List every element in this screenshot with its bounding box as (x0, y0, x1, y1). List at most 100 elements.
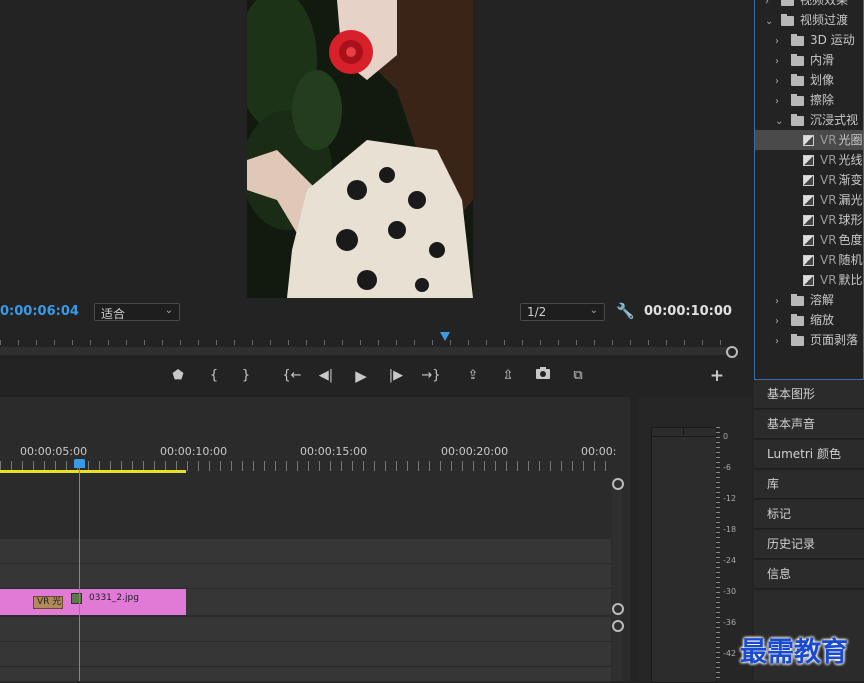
video-clip[interactable]: VR 光 0331_2.jpg (0, 589, 186, 615)
tree-effect[interactable]: VR 光圈 (755, 130, 863, 150)
folder-icon (791, 293, 804, 306)
tree-item-label: 溶解 (810, 293, 835, 307)
tree-effect[interactable]: VR 色度 (755, 230, 863, 250)
timeline-panel: 00:00:05:00 00:00:10:00 00:00:15:00 00:0… (0, 397, 630, 682)
comparison-view-icon[interactable]: ⧉ (568, 367, 588, 385)
tree-folder[interactable]: › 视频效果 (755, 0, 863, 10)
step-back-icon[interactable]: ◀| (316, 367, 336, 385)
scroll-handle-bottom[interactable] (612, 603, 624, 615)
panel-tab-essential-graphics[interactable]: 基本图形 (754, 380, 864, 409)
chevron-right-icon[interactable]: › (775, 332, 787, 352)
tree-folder[interactable]: › 3D 运动 (755, 30, 863, 50)
folder-icon (791, 333, 804, 346)
tree-item-label: 沉浸式视 (810, 113, 859, 127)
chevron-right-icon[interactable]: › (775, 72, 787, 92)
tree-folder[interactable]: › 划像 (755, 70, 863, 90)
wrench-icon[interactable]: 🔧 (616, 302, 635, 320)
tree-effect[interactable]: VR 渐变 (755, 170, 863, 190)
video-frame[interactable] (247, 0, 473, 298)
vr-prefix: VR (820, 193, 837, 207)
ruler-label: 00:00:20:00 (441, 445, 509, 458)
tree-item-label: 光线 (838, 153, 863, 167)
vr-prefix: VR (820, 273, 837, 287)
tree-effect[interactable]: VR 光线 (755, 150, 863, 170)
tree-item-label: 渐变 (838, 173, 863, 187)
current-timecode[interactable]: 0:00:06:04 (0, 304, 79, 319)
track-row[interactable] (0, 564, 611, 589)
work-area-bar[interactable] (0, 470, 186, 473)
monitor-playhead[interactable] (440, 332, 450, 341)
fit-select[interactable]: 适合 ⌄ (94, 303, 180, 321)
panel-tab-markers[interactable]: 标记 (754, 500, 864, 529)
vr-prefix: VR (820, 173, 837, 187)
db-label: -12 (723, 494, 737, 503)
chevron-right-icon[interactable]: › (775, 92, 787, 112)
tree-effect[interactable]: VR 漏光 (755, 190, 863, 210)
timeline-playhead[interactable] (74, 459, 85, 468)
folder-icon (781, 13, 794, 26)
meter-scale (716, 427, 720, 681)
transition-label: VR 光 (37, 597, 62, 607)
scroll-handle[interactable] (612, 620, 624, 632)
scroll-handle-top[interactable] (612, 478, 624, 490)
tree-effect[interactable]: VR 球形 (755, 210, 863, 230)
ruler-label: 00:00:05:00 (20, 445, 88, 458)
watermark-logo: 最需教育 (740, 637, 848, 668)
go-to-out-icon[interactable]: →} (421, 367, 441, 385)
monitor-scrollbar[interactable] (0, 347, 730, 355)
transition-block[interactable]: VR 光 (33, 596, 63, 609)
scroll-handle[interactable] (726, 346, 738, 358)
panel-tab-essential-sound[interactable]: 基本声音 (754, 410, 864, 439)
track-row[interactable] (0, 617, 611, 642)
track-row[interactable] (0, 667, 611, 682)
marker-icon[interactable]: ⬟ (168, 367, 188, 385)
transition-effect-icon (803, 255, 814, 266)
panel-tab-libraries[interactable]: 库 (754, 470, 864, 499)
export-frame-icon[interactable] (533, 367, 553, 385)
meter-peak-right (684, 428, 716, 437)
play-icon[interactable]: ▶ (351, 367, 371, 385)
tree-folder[interactable]: › 缩放 (755, 310, 863, 330)
clip-name: 0331_2.jpg (89, 593, 139, 603)
go-to-in-icon[interactable]: {← (282, 367, 302, 385)
timeline-vscroll[interactable] (612, 477, 622, 681)
ruler-label: 00:00:15:00 (300, 445, 368, 458)
tree-folder[interactable]: › 溶解 (755, 290, 863, 310)
program-monitor: 0:00:06:04 适合 ⌄ 1/2 ⌄ 🔧 00:00:10:00 ⬟ { … (0, 0, 752, 396)
lift-icon[interactable]: ⇪ (463, 367, 483, 385)
folder-icon (791, 33, 804, 46)
tree-effect[interactable]: VR 随机 (755, 250, 863, 270)
panel-tab-info[interactable]: 信息 (754, 560, 864, 589)
chevron-right-icon[interactable]: › (775, 292, 787, 312)
tree-folder[interactable]: › 擦除 (755, 90, 863, 110)
mark-in-icon[interactable]: { (204, 367, 224, 385)
panel-tab-lumetri-color[interactable]: Lumetri 颜色 (754, 440, 864, 469)
vr-prefix: VR (820, 133, 837, 147)
resolution-select-value: 1/2 (527, 305, 547, 319)
step-forward-icon[interactable]: |▶ (386, 367, 406, 385)
panel-tab-history[interactable]: 历史记录 (754, 530, 864, 559)
add-button-icon[interactable]: + (707, 367, 727, 385)
tree-folder[interactable]: ⌄ 沉浸式视 (755, 110, 863, 130)
extract-icon[interactable]: ⇫ (498, 367, 518, 385)
chevron-right-icon[interactable]: › (775, 52, 787, 72)
tree-effect[interactable]: VR 默比 (755, 270, 863, 290)
transition-effect-icon (803, 195, 814, 206)
transition-effect-icon (803, 175, 814, 186)
tree-folder[interactable]: › 页面剥落 (755, 330, 863, 350)
transition-effect-icon (803, 215, 814, 226)
chevron-right-icon[interactable]: › (775, 32, 787, 52)
mark-out-icon[interactable]: } (236, 367, 256, 385)
transition-effect-icon (803, 155, 814, 166)
chevron-down-icon[interactable]: ⌄ (765, 12, 777, 32)
track-row[interactable] (0, 642, 611, 667)
monitor-ruler[interactable] (0, 333, 732, 345)
tree-item-label: 划像 (810, 73, 835, 87)
track-row[interactable] (0, 539, 611, 564)
transition-effect-icon (803, 275, 814, 286)
chevron-down-icon[interactable]: ⌄ (775, 112, 787, 132)
tree-folder[interactable]: › 内滑 (755, 50, 863, 70)
tree-folder[interactable]: ⌄ 视频过渡 (755, 10, 863, 30)
chevron-right-icon[interactable]: › (775, 312, 787, 332)
resolution-select[interactable]: 1/2 ⌄ (520, 303, 605, 321)
